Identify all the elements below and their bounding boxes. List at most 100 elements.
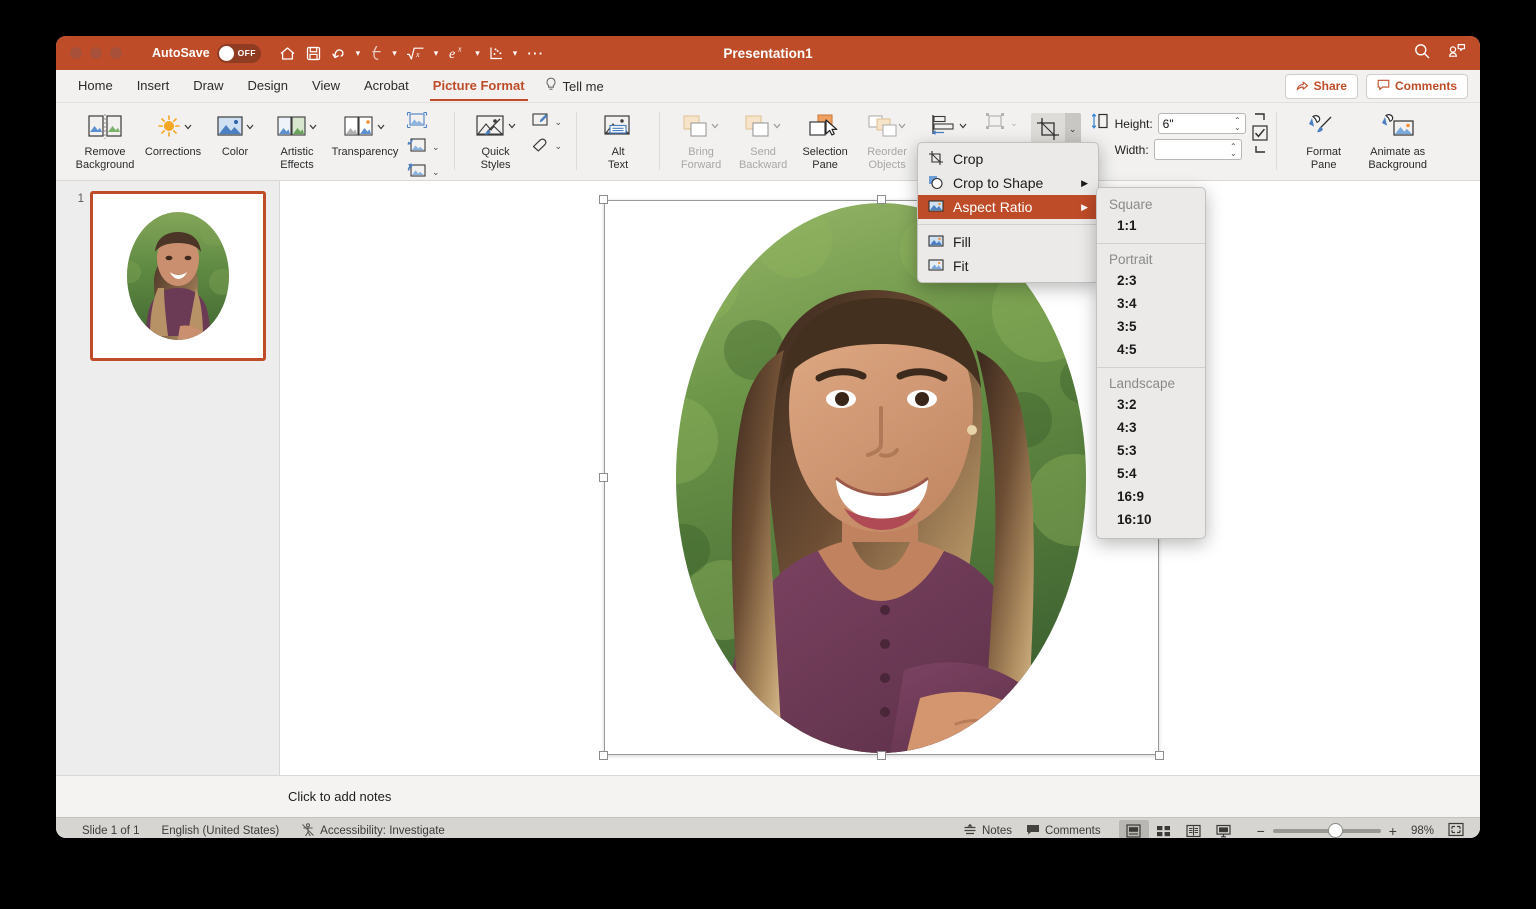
quick-access-toolbar[interactable]: ▾ ▾ x ▾ ex ▾ ▾ ⋯ (275, 41, 548, 65)
width-input[interactable]: ⌃ ⌄ (1153, 139, 1242, 160)
menu-item-fit[interactable]: Fit (918, 254, 1098, 278)
notes-pane[interactable]: Click to add notes (56, 775, 1480, 817)
tell-me-box[interactable]: Tell me (545, 77, 604, 95)
group-objects-caret-icon[interactable]: ⌄ (1010, 118, 1018, 129)
artistic-effects-button[interactable]: Artistic Effects (266, 106, 328, 171)
menu-item-crop[interactable]: Crop (918, 147, 1098, 171)
save-icon[interactable] (302, 41, 325, 65)
resize-handle-bottom-center[interactable] (877, 751, 886, 760)
slide-canvas-pane[interactable] (280, 181, 1480, 775)
tab-draw[interactable]: Draw (181, 75, 235, 97)
group-objects-button[interactable]: ⌄ (984, 111, 1018, 136)
language-label[interactable]: English (United States) (162, 825, 280, 837)
normal-view-button[interactable] (1118, 819, 1149, 838)
ratio-3-4[interactable]: 3:4 (1097, 293, 1205, 316)
search-icon[interactable] (1414, 43, 1430, 63)
comments-status-button[interactable]: Comments (1026, 824, 1101, 839)
picture-border-caret-icon[interactable]: ⌄ (555, 117, 563, 128)
ratio-3-2[interactable]: 3:2 (1097, 394, 1205, 417)
chart-caret-icon[interactable]: ▾ (510, 48, 521, 59)
change-picture-caret-icon[interactable]: ⌄ (432, 142, 440, 153)
window-controls[interactable] (70, 47, 122, 59)
tab-insert[interactable]: Insert (125, 75, 182, 97)
crop-caret-icon[interactable]: ⌄ (1064, 113, 1081, 145)
accessibility-status[interactable]: Accessibility: Investigate (301, 822, 445, 839)
ratio-16-10[interactable]: 16:10 (1097, 509, 1205, 532)
exponent-caret-icon[interactable]: ▾ (472, 48, 483, 59)
reorder-objects-button[interactable]: Reorder Objects (856, 106, 918, 171)
redo-caret-icon[interactable]: ▾ (389, 48, 400, 59)
zoom-thumb[interactable] (1327, 823, 1343, 838)
ratio-4-5[interactable]: 4:5 (1097, 339, 1205, 362)
comments-button[interactable]: Comments (1365, 73, 1468, 99)
send-backward-button[interactable]: Send Backward (732, 106, 794, 171)
picture-effects-caret-icon[interactable]: ⌄ (555, 141, 563, 152)
minimize-button[interactable] (90, 47, 102, 59)
menu-item-crop-to-shape[interactable]: Crop to Shape ▶ (918, 171, 1098, 195)
ratio-16-9[interactable]: 16:9 (1097, 486, 1205, 509)
tab-home[interactable]: Home (66, 75, 125, 97)
share-button[interactable]: Share (1284, 73, 1358, 99)
menu-item-fill[interactable]: Fill (918, 230, 1098, 254)
change-picture-button[interactable]: ⌄ (406, 136, 440, 159)
fit-slide-button[interactable] (1448, 822, 1464, 838)
chart-icon[interactable] (485, 41, 508, 65)
compress-pictures-button[interactable] (406, 111, 440, 134)
zoom-in-button[interactable]: + (1389, 823, 1397, 838)
slide-sorter-button[interactable] (1149, 820, 1179, 839)
bring-forward-button[interactable]: Bring Forward (670, 106, 732, 171)
undo-icon[interactable] (327, 41, 351, 65)
aspect-ratio-submenu[interactable]: Square 1:1 Portrait 2:3 3:4 3:5 4:5 Land… (1096, 187, 1206, 539)
ratio-3-5[interactable]: 3:5 (1097, 316, 1205, 339)
equation-caret-icon[interactable]: ▾ (431, 48, 442, 59)
maximize-button[interactable] (110, 47, 122, 59)
resize-handle-middle-left[interactable] (599, 473, 608, 482)
crop-dropdown-menu[interactable]: Crop Crop to Shape ▶ Aspect Ratio ▶ Fill (917, 142, 1099, 283)
autosave-toggle[interactable]: OFF (216, 43, 261, 63)
picture-effects-button[interactable]: ⌄ (531, 135, 563, 157)
more-commands-icon[interactable]: ⋯ (522, 41, 547, 65)
resize-handle-bottom-left[interactable] (599, 751, 608, 760)
remove-background-button[interactable]: Remove Background (68, 106, 142, 171)
height-stepper[interactable]: ⌃ ⌄ (1234, 116, 1241, 131)
ratio-4-3[interactable]: 4:3 (1097, 417, 1205, 440)
resize-handle-top-left[interactable] (599, 195, 608, 204)
view-buttons[interactable] (1118, 819, 1239, 839)
animate-as-background-button[interactable]: Animate as Background (1361, 106, 1435, 171)
exponent-icon[interactable]: ex (443, 41, 470, 65)
resize-handle-top-center[interactable] (877, 195, 886, 204)
ratio-5-4[interactable]: 5:4 (1097, 463, 1205, 486)
width-stepper[interactable]: ⌃ ⌄ (1230, 142, 1237, 157)
alt-text-button[interactable]: Alt Text (587, 106, 649, 171)
ratio-5-3[interactable]: 5:3 (1097, 440, 1205, 463)
ratio-2-3[interactable]: 2:3 (1097, 270, 1205, 293)
zoom-out-button[interactable]: − (1257, 823, 1265, 838)
height-input[interactable]: 6" ⌃ ⌄ (1157, 113, 1246, 134)
format-pane-button[interactable]: Format Pane (1287, 106, 1361, 171)
undo-caret-icon[interactable]: ▾ (353, 48, 364, 59)
resize-handle-bottom-right[interactable] (1155, 751, 1164, 760)
equation-icon[interactable]: x (402, 41, 429, 65)
tab-acrobat[interactable]: Acrobat (352, 75, 421, 97)
tab-view[interactable]: View (300, 75, 352, 97)
color-button[interactable]: Color (204, 106, 266, 159)
slide-thumbnail-pane[interactable]: 1 (56, 181, 280, 775)
redo-icon[interactable] (365, 41, 387, 65)
reading-view-button[interactable] (1179, 820, 1209, 839)
close-button[interactable] (70, 47, 82, 59)
collaborators-icon[interactable] (1448, 43, 1466, 63)
picture-border-button[interactable]: ⌄ (531, 111, 563, 133)
size-dialog-launcher[interactable] (1252, 112, 1268, 153)
tab-picture-format[interactable]: Picture Format (421, 75, 537, 101)
notes-button[interactable]: Notes (963, 823, 1012, 838)
ribbon-tabs[interactable]: Home Insert Draw Design View Acrobat Pic… (56, 70, 1480, 103)
reset-picture-caret-icon[interactable]: ⌄ (432, 167, 440, 178)
crop-button[interactable]: ⌄ (1030, 112, 1082, 146)
zoom-track[interactable] (1272, 823, 1381, 838)
transparency-button[interactable]: Transparency (328, 106, 402, 159)
slideshow-button[interactable] (1209, 820, 1239, 839)
quick-styles-button[interactable]: Quick Styles (465, 106, 527, 171)
title-bar-actions[interactable] (1414, 43, 1466, 63)
tab-strip-actions[interactable]: Share Comments (1284, 73, 1468, 99)
slide-canvas[interactable] (599, 195, 1164, 760)
